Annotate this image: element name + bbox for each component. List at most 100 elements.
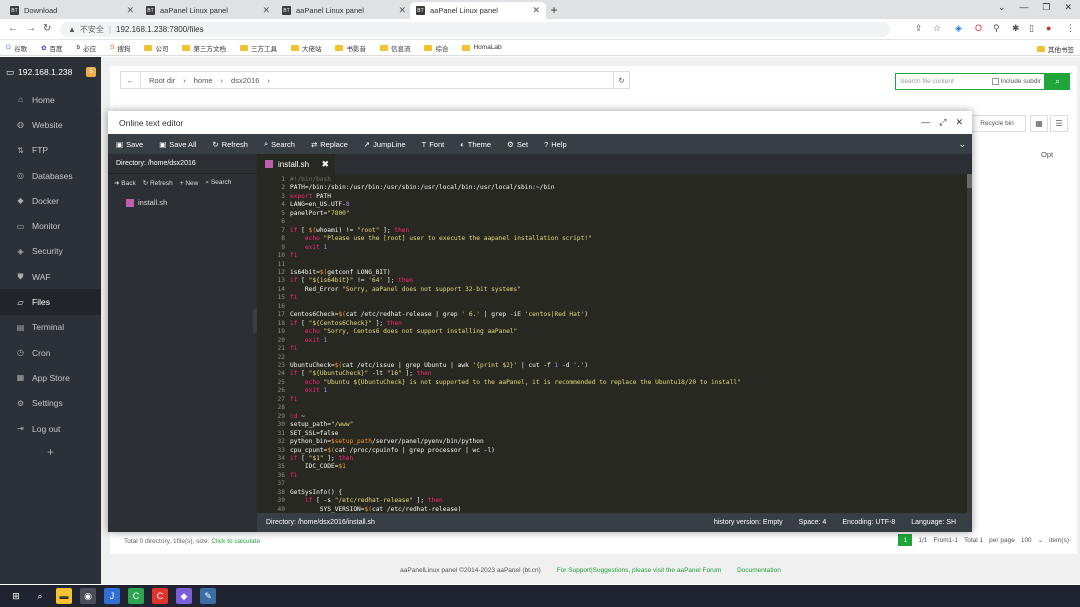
bookmark-folder[interactable]: 公司 [144, 43, 168, 53]
close-icon[interactable]: ✕ [126, 5, 134, 16]
star-icon[interactable]: ☆ [933, 23, 941, 34]
sidebar-item-website[interactable]: ◍ Website [0, 112, 101, 137]
menu-dots-icon[interactable]: ⋮ [1066, 23, 1075, 34]
new-button[interactable]: + New [180, 180, 199, 187]
set-button[interactable]: ⚙ Set [507, 140, 528, 149]
sidebar-item-databases[interactable]: ◎ Databases [0, 163, 101, 188]
reload-icon[interactable]: ↻ [43, 23, 51, 34]
sidebar-item-monitor[interactable]: ▭ Monitor [0, 213, 101, 238]
sidebar-item-app-store[interactable]: ▦ App Store [0, 365, 101, 390]
chevron-down-icon[interactable]: ⌄ [998, 2, 1006, 13]
refresh-icon[interactable]: ↻ [613, 72, 629, 88]
sidebar-item-waf[interactable]: ⛊ WAF [0, 264, 101, 289]
minimize-icon[interactable]: — [1019, 2, 1028, 13]
back-arrow-icon[interactable]: ← [121, 72, 141, 88]
opera-extension-icon[interactable]: O [975, 23, 982, 33]
app-notes-icon[interactable]: ✎ [200, 588, 216, 604]
help-button[interactable]: ? Help [544, 140, 567, 149]
browser-tab-download[interactable]: BT Download ✕ [4, 2, 140, 19]
sidebar-item-cron[interactable]: ◷ Cron [0, 340, 101, 365]
search-button[interactable]: ⌕ Search [264, 139, 295, 149]
share-icon[interactable]: ⇪ [915, 23, 923, 34]
bookmark-folder[interactable]: 大佬站 [290, 43, 321, 53]
sidebar-item-logout[interactable]: ⇥ Log out [0, 416, 101, 441]
per-page-select[interactable]: 100 [1021, 537, 1032, 544]
search-button[interactable]: ⌕ [1045, 73, 1070, 90]
sidebar-item-terminal[interactable]: ▤ Terminal [0, 315, 101, 340]
url-input[interactable]: ▲ 不安全 | 192.168.1.238:7800/files [60, 22, 890, 37]
include-subdir-checkbox[interactable]: Include subdir [991, 78, 1041, 85]
app-diamond-icon[interactable]: ◆ [176, 588, 192, 604]
jumpline-button[interactable]: ↗ JumpLine [364, 140, 406, 149]
search-icon[interactable]: ⌕ [32, 588, 48, 604]
close-icon[interactable]: ✕ [532, 5, 540, 16]
current-page[interactable]: 1 [898, 534, 913, 546]
translate-extension-icon[interactable]: ◈ [955, 23, 962, 34]
app-c-icon[interactable]: C [128, 588, 144, 604]
app-j-icon[interactable]: J [104, 588, 120, 604]
theme-button[interactable]: ◐ Theme [460, 140, 491, 149]
chevron-down-icon[interactable]: ⌄ [958, 139, 966, 150]
sidebar-item-docker[interactable]: ◆ Docker [0, 188, 101, 213]
notification-badge[interactable]: 5 [86, 67, 96, 77]
browser-tab-aapanel-1[interactable]: BT aaPanel Linux panel ✕ [140, 2, 276, 19]
replace-button[interactable]: ⇄ Replace [311, 140, 348, 149]
windows-start-icon[interactable]: ⊞ [8, 588, 24, 604]
close-icon[interactable]: ✕ [398, 5, 406, 16]
list-view-button[interactable]: ☰ [1050, 115, 1068, 132]
forward-arrow-icon[interactable]: → [26, 23, 36, 34]
status-language[interactable]: Language: SH [911, 519, 956, 526]
bookmark-folder[interactable]: 书影音 [335, 43, 366, 53]
extension-icon[interactable]: ⚲ [993, 23, 1000, 34]
profile-avatar-icon[interactable]: ● [1046, 23, 1051, 33]
close-icon[interactable]: ✕ [262, 5, 270, 16]
minimize-icon[interactable]: — [921, 117, 930, 128]
sidebar-item-files[interactable]: ▱ Files [0, 289, 101, 315]
crumb-home[interactable]: home [194, 76, 213, 85]
close-icon[interactable]: ✖ [321, 159, 329, 170]
scrollbar-thumb[interactable] [967, 174, 972, 188]
documentation-link[interactable]: Documentation [737, 567, 781, 574]
bookmark-other[interactable]: 其他书签 [1037, 44, 1074, 54]
save-button[interactable]: ▣ Save [116, 140, 143, 149]
bookmark-folder[interactable]: 三方工具 [239, 43, 277, 53]
bookmark-bing[interactable]: b 必应 [77, 43, 97, 53]
bookmark-baidu[interactable]: ✿ 百度 [41, 43, 62, 53]
file-item-install-sh[interactable]: install.sh [108, 198, 257, 207]
close-window-icon[interactable]: ✕ [1064, 2, 1072, 13]
back-button[interactable]: ➜ Back [114, 179, 136, 187]
app-c-red-icon[interactable]: C [152, 588, 168, 604]
browser-tab-aapanel-3[interactable]: BT aaPanel Linux panel ✕ [410, 2, 546, 19]
bookmark-google[interactable]: G 谷歌 [6, 43, 27, 53]
code-area[interactable]: 1 2 3 4 5 6 7 8 9 10 11 12 13 14 15 16 17 18 19 20 21 22 23 24 2… [257, 174, 972, 513]
crumb-dsx2016[interactable]: dsx2016 [231, 76, 259, 85]
tab-install-sh[interactable]: install.sh ✖ [257, 154, 335, 174]
status-space[interactable]: Space: 4 [799, 519, 827, 526]
search-button[interactable]: ⌕ Search [205, 179, 231, 187]
browser-tab-aapanel-2[interactable]: BT aaPanel Linux panel ✕ [276, 2, 412, 19]
sidebar-item-security[interactable]: ◈ Security [0, 239, 101, 264]
refresh-button[interactable]: ↻ Refresh [212, 140, 248, 149]
puzzle-icon[interactable]: ✱ [1012, 23, 1020, 34]
bookmark-folder[interactable]: HomaLab [462, 44, 502, 51]
maximize-icon[interactable]: ⤢ [939, 117, 946, 128]
vertical-scrollbar[interactable] [967, 174, 972, 513]
file-explorer-icon[interactable]: ▬ [56, 588, 72, 604]
sidepanel-icon[interactable]: ▯ [1029, 23, 1034, 34]
search-input[interactable]: Search file content Include subdir [895, 73, 1045, 90]
crumb-root[interactable]: Root dir [149, 76, 175, 85]
save-all-button[interactable]: ▣ Save All [159, 140, 196, 149]
sidebar-item-settings[interactable]: ⚙ Settings [0, 391, 101, 416]
grid-view-button[interactable]: ▦ [1030, 115, 1048, 132]
sidebar-item-home[interactable]: ⌂ Home [0, 87, 101, 112]
chrome-icon[interactable]: ◉ [80, 588, 96, 604]
refresh-button[interactable]: ↻ Refresh [143, 179, 173, 187]
bookmark-folder[interactable]: 信息流 [379, 43, 410, 53]
font-button[interactable]: T Font [422, 140, 445, 149]
sidebar-item-ftp[interactable]: ⇅ FTP [0, 138, 101, 163]
new-tab-button[interactable]: + [546, 3, 562, 17]
calculate-size-link[interactable]: Click to calculate [211, 538, 260, 545]
add-menu-button[interactable]: + [0, 441, 101, 463]
bookmark-folder[interactable]: 第三方文档 [182, 43, 226, 53]
bookmark-folder[interactable]: 综合 [424, 43, 448, 53]
